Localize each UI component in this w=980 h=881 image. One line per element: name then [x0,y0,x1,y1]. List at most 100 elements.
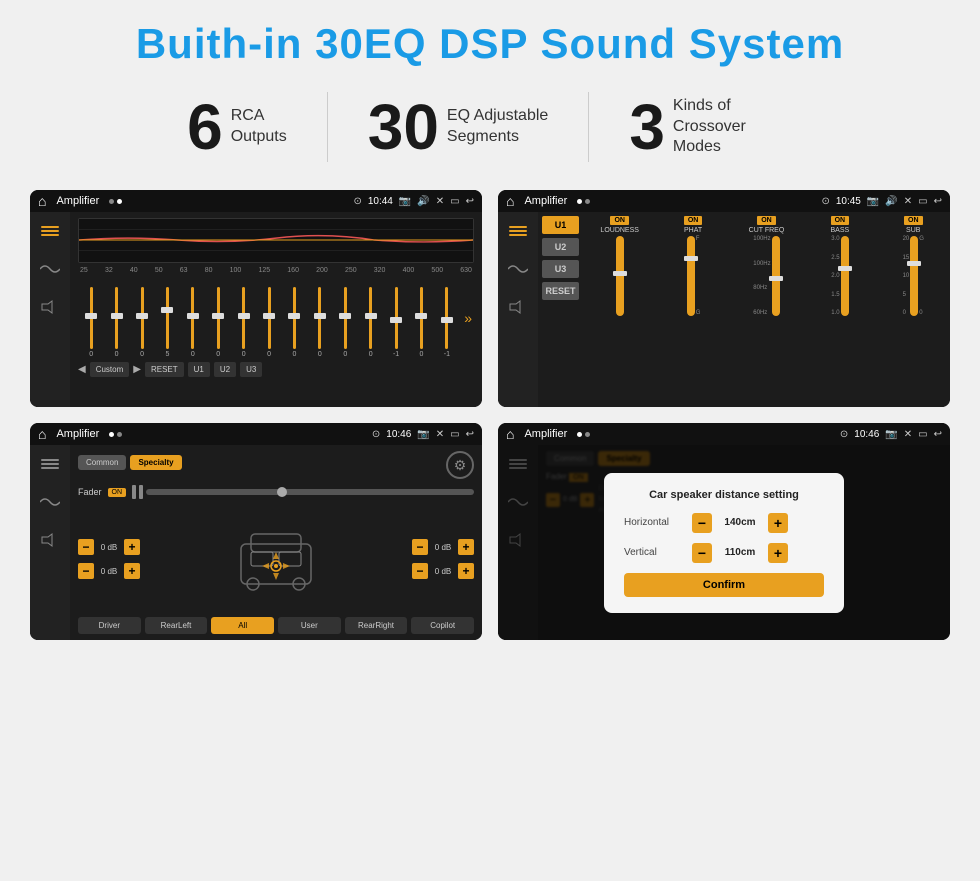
screen4-title: Amplifier [524,428,567,440]
cutfreq-on[interactable]: ON [757,216,776,225]
horizontal-value: 140cm [720,517,760,528]
sidebar-speaker-icon[interactable] [36,296,64,318]
fader-thumb[interactable] [277,487,287,497]
eq-u1-btn[interactable]: U1 [188,362,210,377]
loudness-on[interactable]: ON [610,216,629,225]
bass-control: ON BASS 3.0 2.5 2.0 1.5 1.0 [815,216,865,316]
db-plus-4[interactable]: + [458,563,474,579]
freq-32: 32 [105,267,113,274]
db-minus-2[interactable]: − [78,563,94,579]
settings-icon[interactable]: ⚙ [446,451,474,479]
vertical-minus[interactable]: − [692,543,712,563]
eq-reset-btn[interactable]: RESET [145,362,184,377]
eq-u2-btn[interactable]: U2 [214,362,236,377]
sidebar-eq-icon-2[interactable] [504,220,532,242]
btn-all[interactable]: All [211,617,274,634]
sub-on[interactable]: ON [904,216,923,225]
horizontal-plus[interactable]: + [768,513,788,533]
screen1-time: 10:44 [368,196,393,207]
slider-9[interactable]: 0 [283,287,305,358]
slider-15[interactable]: -1 [436,287,458,358]
back-icon-4[interactable]: ↩ [934,429,942,440]
amp-content: U1 U2 U3 RESET ON LOUDNESS [538,212,950,407]
eq-u3-btn[interactable]: U3 [240,362,262,377]
slider-6[interactable]: 0 [207,287,229,358]
dot1 [109,199,114,204]
back-icon-3[interactable]: ↩ [466,429,474,440]
eq-custom-btn[interactable]: Custom [90,362,130,377]
stat-number-rca: 6 [187,95,223,159]
battery-icon-2: ▭ [918,196,927,207]
sidebar-speaker-icon-3[interactable] [36,529,64,551]
slider-13[interactable]: -1 [385,287,407,358]
freq-125: 125 [258,267,270,274]
db-minus-4[interactable]: − [412,563,428,579]
slider-14[interactable]: 0 [410,287,432,358]
battery-icon-4: ▭ [918,429,927,440]
fader-on-badge[interactable]: ON [108,488,127,497]
slider-2[interactable]: 0 [105,287,127,358]
home-icon-3[interactable]: ⌂ [38,426,46,442]
confirm-button[interactable]: Confirm [624,573,824,597]
eq-prev-btn[interactable]: ◀ [78,364,86,375]
preset-u2[interactable]: U2 [542,238,579,256]
db-row-3: − 0 dB + [412,539,474,555]
bass-on[interactable]: ON [831,216,850,225]
db-minus-1[interactable]: − [78,539,94,555]
sidebar-wave-icon-3[interactable] [36,491,64,513]
eq-more-btn[interactable]: » [462,308,474,328]
tab-common[interactable]: Common [78,455,126,470]
slider-5[interactable]: 0 [182,287,204,358]
phat-on[interactable]: ON [684,216,703,225]
btn-user[interactable]: User [278,617,341,634]
slider-1[interactable]: 0 [80,287,102,358]
btn-copilot[interactable]: Copilot [411,617,474,634]
freq-630: 630 [460,267,472,274]
back-icon-2[interactable]: ↩ [934,196,942,207]
db-value-1: 0 dB [97,543,121,552]
db-plus-3[interactable]: + [458,539,474,555]
slider-11[interactable]: 0 [334,287,356,358]
sidebar-wave-icon[interactable] [36,258,64,280]
db-plus-1[interactable]: + [124,539,140,555]
db-minus-3[interactable]: − [412,539,428,555]
bass-slider[interactable] [841,236,849,316]
slider-7[interactable]: 0 [232,287,254,358]
slider-3[interactable]: 0 [131,287,153,358]
fader-slider[interactable] [146,489,474,495]
phat-slider[interactable] [687,236,695,316]
back-icon[interactable]: ↩ [466,196,474,207]
home-icon[interactable]: ⌂ [38,193,46,209]
slider-4[interactable]: 5 [156,287,178,358]
freq-500: 500 [431,267,443,274]
slider-10[interactable]: 0 [309,287,331,358]
horizontal-minus[interactable]: − [692,513,712,533]
btn-rear-right[interactable]: RearRight [345,617,408,634]
sidebar-wave-icon-2[interactable] [504,258,532,280]
btn-rear-left[interactable]: RearLeft [145,617,208,634]
vertical-value: 110cm [720,547,760,558]
sidebar-eq-icon-3[interactable] [36,453,64,475]
sidebar-speaker-icon-2[interactable] [504,296,532,318]
slider-8[interactable]: 0 [258,287,280,358]
db-plus-2[interactable]: + [124,563,140,579]
preset-u3[interactable]: U3 [542,260,579,278]
preset-reset[interactable]: RESET [542,282,579,300]
home-icon-4[interactable]: ⌂ [506,426,514,442]
loudness-slider[interactable] [616,236,624,316]
freq-400: 400 [403,267,415,274]
eq-play-btn[interactable]: ▶ [133,364,141,375]
tab-specialty[interactable]: Specialty [130,455,181,470]
page-wrapper: Buith-in 30EQ DSP Sound System 6 RCAOutp… [0,0,980,660]
cutfreq-slider[interactable] [772,236,780,316]
vertical-plus[interactable]: + [768,543,788,563]
sidebar-eq-icon[interactable] [36,220,64,242]
sub-slider[interactable] [910,236,918,316]
eq-freq-labels: 25 32 40 50 63 80 100 125 160 200 250 32… [78,267,474,274]
preset-u1[interactable]: U1 [542,216,579,234]
freq-50: 50 [155,267,163,274]
stat-label-eq: EQ AdjustableSegments [447,106,548,148]
btn-driver[interactable]: Driver [78,617,141,634]
slider-12[interactable]: 0 [359,287,381,358]
home-icon-2[interactable]: ⌂ [506,193,514,209]
